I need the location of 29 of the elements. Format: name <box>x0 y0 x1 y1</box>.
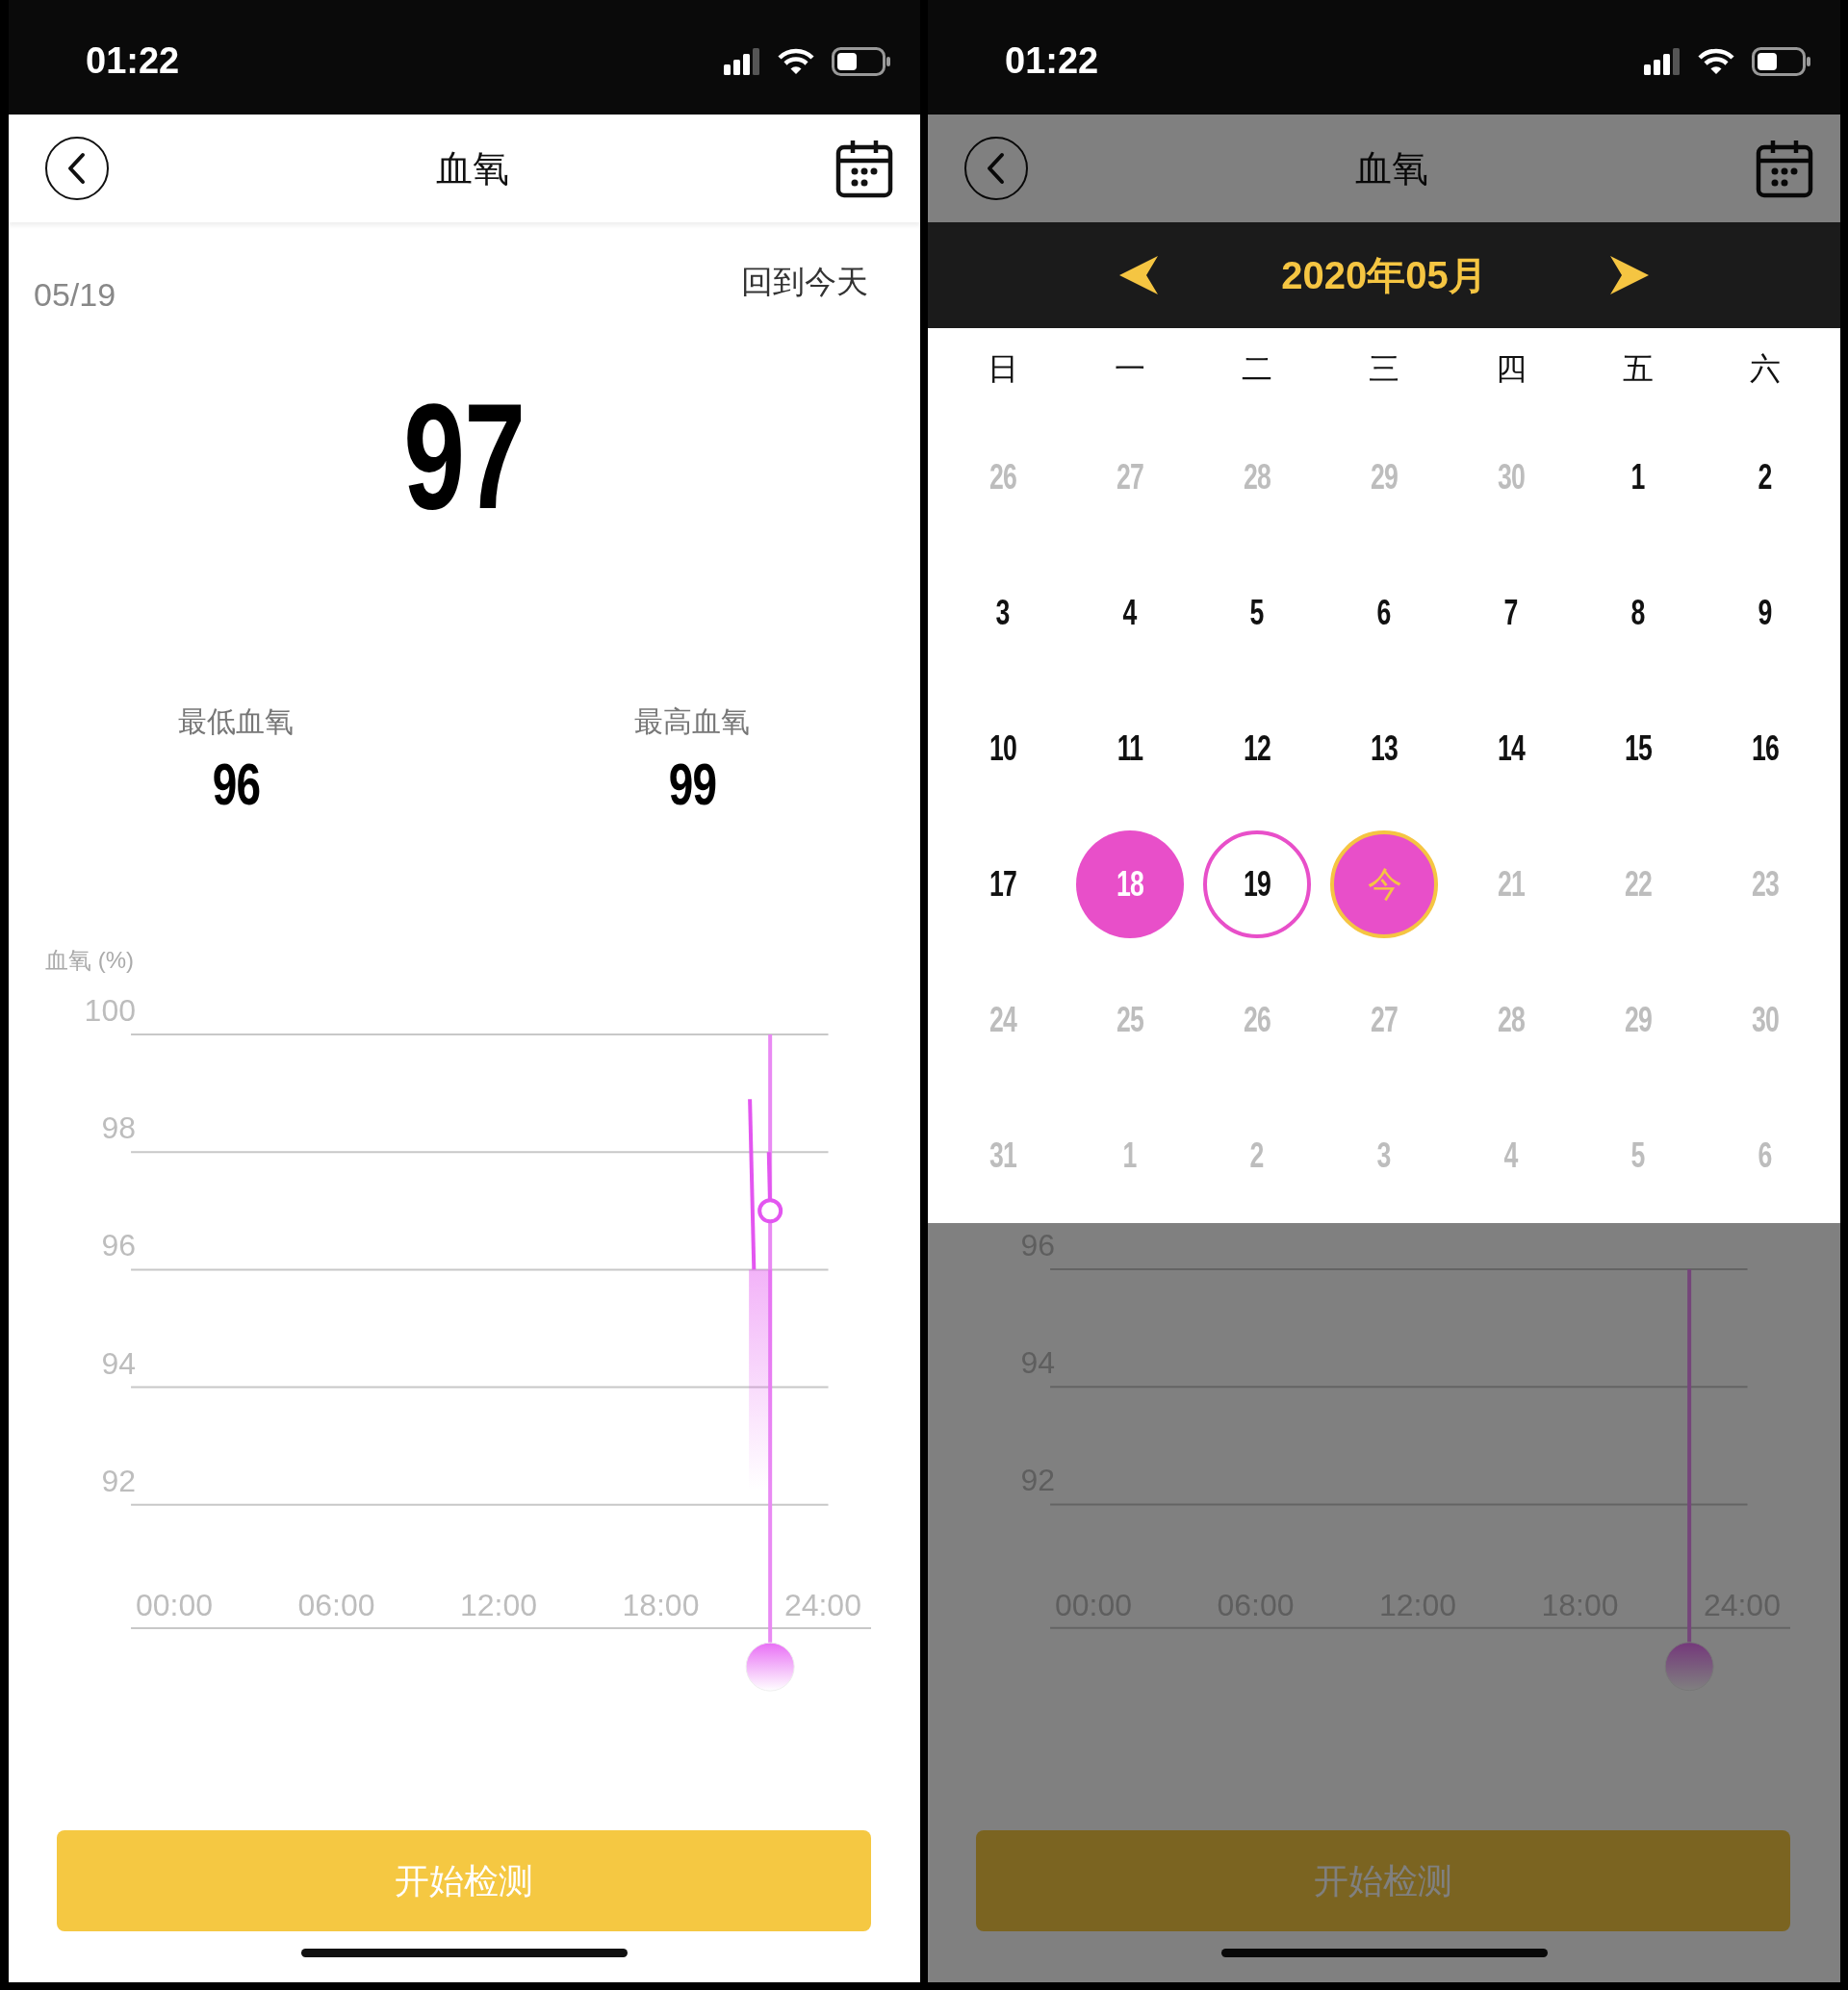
y-tick-label: 100 <box>84 993 136 1028</box>
weekday-label: 五 <box>1623 350 1654 388</box>
weekday-label: 日 <box>988 350 1018 388</box>
y-tick-label: 96 <box>101 1228 136 1263</box>
y-tick-label: 98 <box>101 1110 136 1146</box>
weekday-label: 四 <box>1496 350 1527 388</box>
status-time: 01:22 <box>1005 39 1099 83</box>
x-tick-label: 24:00 <box>783 1588 861 1623</box>
y-tick-label: 92 <box>101 1463 136 1498</box>
date-label: 05/19 <box>34 275 116 314</box>
x-tick-label: 12:00 <box>459 1588 537 1623</box>
x-tick-label: 06:00 <box>297 1588 375 1623</box>
stat-label: 最低血氧 <box>178 704 294 739</box>
x-tick-label: 00:00 <box>136 1588 213 1623</box>
stat-value: 96 <box>212 754 260 814</box>
weekday-label: 一 <box>1115 350 1145 388</box>
stat-value: 99 <box>668 754 716 814</box>
x-tick-label: 18:00 <box>622 1588 700 1623</box>
axis-title: 血氧 (%) <box>45 947 135 974</box>
current-value: 97 <box>403 382 526 531</box>
page-title: 血氧 <box>1355 146 1428 191</box>
weekday-label: 二 <box>1242 350 1272 388</box>
weekday-label: 六 <box>1750 350 1781 388</box>
stat-label: 最高血氧 <box>634 704 750 739</box>
status-time: 01:22 <box>86 39 180 83</box>
weekday-label: 三 <box>1369 350 1399 388</box>
month-title: 2020年05月 <box>1280 253 1488 298</box>
y-tick-label: 94 <box>101 1345 136 1381</box>
page-title: 血氧 <box>435 146 509 191</box>
